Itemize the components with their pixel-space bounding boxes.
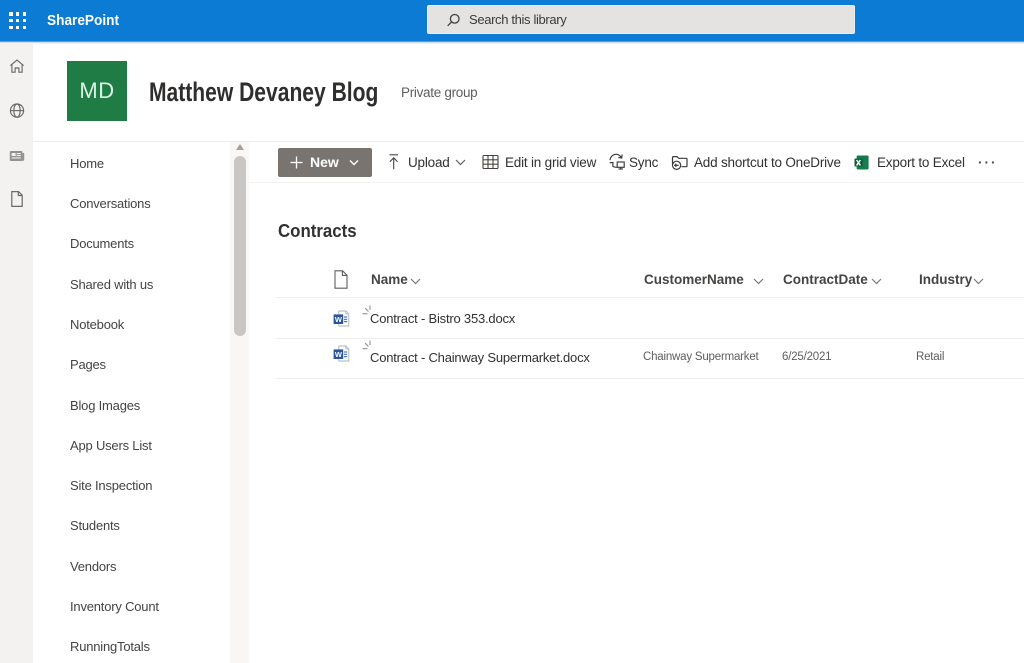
svg-text:W: W [335, 315, 343, 324]
svg-text:W: W [335, 350, 343, 359]
